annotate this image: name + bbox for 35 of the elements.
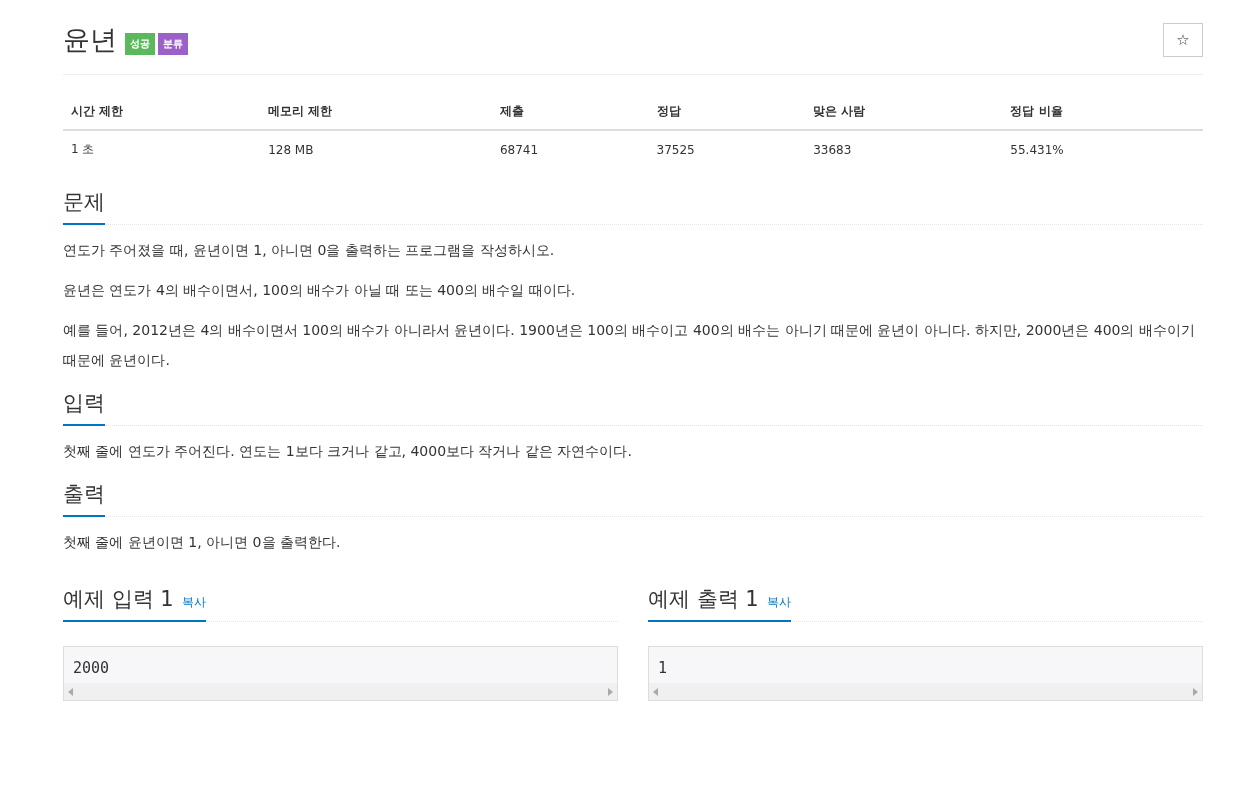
star-button[interactable]: ☆ bbox=[1163, 23, 1203, 57]
table-cell: 1 초 bbox=[63, 130, 261, 168]
section-heading: 입력 bbox=[63, 389, 105, 426]
copy-link[interactable]: 복사 bbox=[181, 594, 206, 611]
column-header: 시간 제한 bbox=[63, 91, 261, 130]
table-cell: 37525 bbox=[648, 130, 806, 168]
section-heading: 출력 bbox=[63, 480, 105, 517]
sample-text: 2000 bbox=[72, 658, 111, 679]
paragraph: 첫째 줄에 윤년이면 1, 아니면 0을 출력한다. bbox=[63, 533, 342, 552]
scrollbar[interactable] bbox=[649, 683, 1202, 700]
scroll-left-icon[interactable] bbox=[653, 687, 658, 696]
copy-link[interactable]: 복사 bbox=[766, 594, 791, 611]
scrollbar[interactable] bbox=[64, 683, 617, 700]
section-heading: 예제 출력 1 bbox=[648, 586, 759, 613]
column-header: 제출 bbox=[491, 91, 649, 130]
paragraph: 연도가 주어졌을 때, 윤년이면 1, 아니면 0을 출력하는 프로그램을 작성하시오. bbox=[63, 241, 556, 260]
column-header: 메모리 제한 bbox=[260, 91, 492, 130]
paragraph: 윤년은 연도가 4의 배수이면서, 100의 배수가 아닐 때 또는 400의 배수일 때이다. bbox=[63, 281, 577, 300]
column-header: 맞은 사람 bbox=[805, 91, 1003, 130]
scroll-right-icon[interactable] bbox=[1193, 687, 1198, 696]
column-header: 정답 비율 bbox=[1002, 91, 1203, 130]
table-cell: 55.431% bbox=[1002, 130, 1203, 168]
column-header: 정답 bbox=[648, 91, 806, 130]
table-cell: 128 MB bbox=[260, 130, 492, 168]
problem-title: 윤년 bbox=[63, 23, 117, 57]
scroll-right-icon[interactable] bbox=[608, 687, 613, 696]
tag-label[interactable]: 분류 bbox=[158, 33, 188, 55]
section-heading: 예제 입력 1 bbox=[63, 586, 174, 613]
scroll-left-icon[interactable] bbox=[68, 687, 73, 696]
paragraph: 첫째 줄에 연도가 주어진다. 연도는 1보다 크거나 같고, 4000보다 작거나 같은 자연수이다. bbox=[63, 442, 633, 461]
paragraph: 예를 들어, 2012년은 4의 배수이면서 100의 배수가 아니라서 윤년이다. 1900년은 100의 배수이고 400의 배수는 아니기 때문에 윤년이 아니다. 하지만, 2000년은 400의 배수이기 때문에 윤년이다. bbox=[63, 321, 1196, 370]
section-heading: 문제 bbox=[63, 188, 105, 225]
sample-text: 1 bbox=[657, 658, 669, 679]
table-cell: 33683 bbox=[805, 130, 1003, 168]
table-cell: 68741 bbox=[491, 130, 649, 168]
